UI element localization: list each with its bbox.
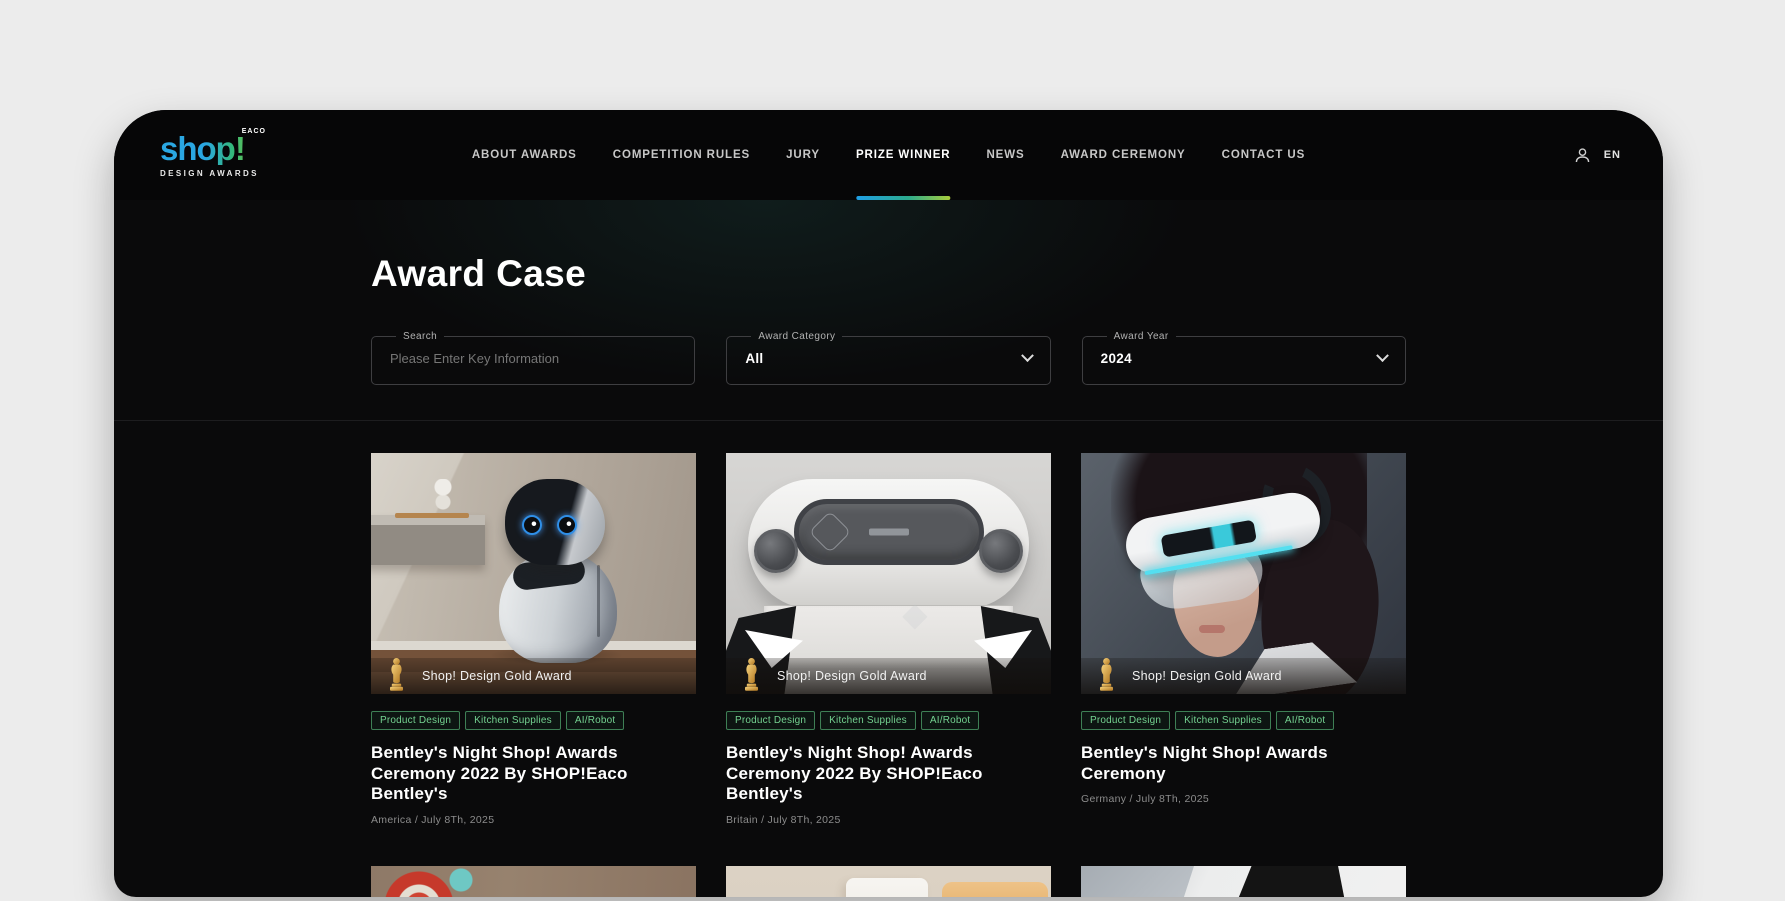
award-card[interactable]: Shop! Design Gold Award Product Design Ki… — [726, 453, 1051, 826]
nav-item-about-awards[interactable]: ABOUT AWARDS — [472, 110, 577, 200]
award-photo: Shop! Design Gold Award — [371, 453, 696, 694]
page-title: Award Case — [371, 200, 1406, 295]
photo-art-layer — [505, 479, 605, 565]
logo-eaco-text: EACO — [242, 128, 266, 135]
logo-name-text: shop! — [160, 132, 278, 165]
search-label: Search — [396, 331, 444, 342]
photo-art-layer — [794, 499, 984, 565]
hero-section: Award Case Search Award Category All Awa… — [114, 200, 1663, 420]
card-title: Bentley's Night Shop! Awards Ceremony — [1081, 743, 1406, 784]
tag-chip: Product Design — [726, 711, 815, 730]
trophy-icon — [1096, 656, 1117, 692]
nav-item-label: JURY — [786, 149, 820, 161]
award-card[interactable]: Shop! Design Gold Award Product Design Ki… — [371, 453, 696, 826]
category-select[interactable]: All — [745, 342, 1031, 374]
year-value: 2024 — [1101, 351, 1132, 366]
nav-item-contact-us[interactable]: CONTACT US — [1222, 110, 1306, 200]
category-value: All — [745, 351, 763, 366]
year-label: Award Year — [1107, 331, 1176, 342]
photo-art-layer — [754, 529, 798, 573]
nav-item-label: NEWS — [986, 149, 1024, 161]
tag-chip: AI/Robot — [921, 711, 980, 730]
person-icon[interactable] — [1574, 147, 1591, 164]
award-card[interactable] — [371, 866, 696, 898]
chevron-down-icon — [1021, 349, 1034, 362]
year-filter: Award Year 2024 — [1082, 331, 1406, 385]
photo-art-layer — [433, 479, 453, 517]
shop-logo[interactable]: EACO shop! DESIGN AWARDS — [160, 132, 278, 178]
award-photo — [726, 866, 1051, 898]
filters-row: Search Award Category All Award Year 202… — [371, 331, 1406, 420]
header-right: EN — [1574, 147, 1621, 164]
nav-item-news[interactable]: NEWS — [986, 110, 1024, 200]
nav-item-jury[interactable]: JURY — [786, 110, 820, 200]
award-photo: Shop! Design Gold Award — [1081, 453, 1406, 694]
nav-item-award-ceremony[interactable]: AWARD CEREMONY — [1061, 110, 1186, 200]
tag-chip: Kitchen Supplies — [820, 711, 916, 730]
nav-item-label: CONTACT US — [1222, 149, 1306, 161]
card-meta: Germany / July 8Th, 2025 — [1081, 793, 1406, 805]
tag-list: Product Design Kitchen Supplies AI/Robot — [371, 711, 696, 730]
trophy-icon — [741, 656, 762, 692]
site-header: EACO shop! DESIGN AWARDS ABOUT AWARDS CO… — [114, 110, 1663, 200]
gold-award-badge: Shop! Design Gold Award — [1081, 658, 1406, 694]
badge-label: Shop! Design Gold Award — [422, 669, 572, 683]
nav-item-prize-winner[interactable]: PRIZE WINNER — [856, 110, 951, 200]
badge-label: Shop! Design Gold Award — [777, 669, 927, 683]
site-window: EACO shop! DESIGN AWARDS ABOUT AWARDS CO… — [114, 110, 1663, 897]
award-cards-grid: Shop! Design Gold Award Product Design Ki… — [114, 421, 1663, 897]
tag-chip: Kitchen Supplies — [1175, 711, 1271, 730]
award-photo — [1081, 866, 1406, 898]
search-input[interactable] — [390, 351, 676, 366]
tag-chip: Product Design — [371, 711, 460, 730]
tag-list: Product Design Kitchen Supplies AI/Robot — [1081, 711, 1406, 730]
nav-item-label: AWARD CEREMONY — [1061, 149, 1186, 161]
chevron-down-icon — [1376, 349, 1389, 362]
language-switcher[interactable]: EN — [1604, 149, 1621, 161]
trophy-icon — [386, 656, 407, 692]
category-label: Award Category — [751, 331, 842, 342]
award-card[interactable] — [726, 866, 1051, 898]
nav-item-competition-rules[interactable]: COMPETITION RULES — [613, 110, 750, 200]
year-select[interactable]: 2024 — [1101, 342, 1387, 374]
logo-tagline-text: DESIGN AWARDS — [160, 169, 278, 178]
photo-art-layer — [499, 553, 617, 663]
gold-award-badge: Shop! Design Gold Award — [726, 658, 1051, 694]
main-nav: ABOUT AWARDS COMPETITION RULES JURY PRIZ… — [472, 110, 1305, 200]
tag-list: Product Design Kitchen Supplies AI/Robot — [726, 711, 1051, 730]
nav-item-label: PRIZE WINNER — [856, 149, 951, 161]
tag-chip: Kitchen Supplies — [465, 711, 561, 730]
card-meta: America / July 8Th, 2025 — [371, 814, 696, 826]
card-title: Bentley's Night Shop! Awards Ceremony 20… — [726, 743, 1051, 805]
tag-chip: AI/Robot — [1276, 711, 1335, 730]
card-meta: Britain / July 8Th, 2025 — [726, 814, 1051, 826]
tag-chip: AI/Robot — [566, 711, 625, 730]
nav-item-label: ABOUT AWARDS — [472, 149, 577, 161]
search-filter: Search — [371, 331, 695, 385]
award-photo: Shop! Design Gold Award — [726, 453, 1051, 694]
award-photo — [371, 866, 696, 898]
award-card[interactable]: Shop! Design Gold Award Product Design Ki… — [1081, 453, 1406, 826]
award-card[interactable] — [1081, 866, 1406, 898]
card-title: Bentley's Night Shop! Awards Ceremony 20… — [371, 743, 696, 805]
gold-award-badge: Shop! Design Gold Award — [371, 658, 696, 694]
tag-chip: Product Design — [1081, 711, 1170, 730]
nav-item-label: COMPETITION RULES — [613, 149, 750, 161]
photo-art-layer — [979, 529, 1023, 573]
category-filter: Award Category All — [726, 331, 1050, 385]
badge-label: Shop! Design Gold Award — [1132, 669, 1282, 683]
